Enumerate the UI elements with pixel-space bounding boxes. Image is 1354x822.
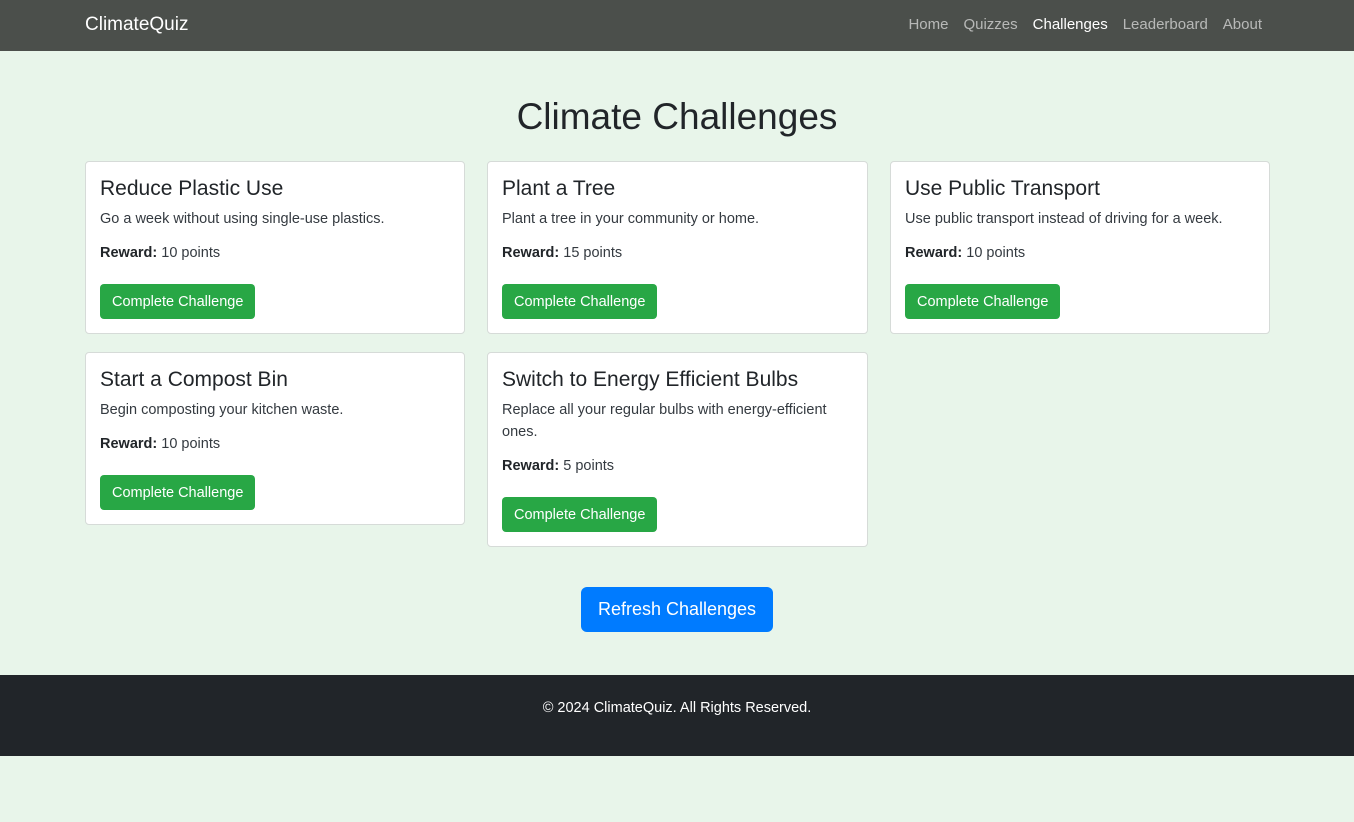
- nav-link-leaderboard[interactable]: Leaderboard: [1123, 16, 1208, 34]
- navbar: ClimateQuiz Home Quizzes Challenges Lead…: [0, 0, 1354, 51]
- challenge-description: Go a week without using single-use plast…: [100, 211, 385, 227]
- brand-link[interactable]: ClimateQuiz: [85, 14, 188, 36]
- nav-link-quizzes[interactable]: Quizzes: [963, 16, 1017, 34]
- challenge-description: Use public transport instead of driving …: [905, 211, 1223, 227]
- challenge-card: Switch to Energy Efficient Bulbs Replace…: [487, 352, 868, 547]
- reward-value: 10 points: [161, 245, 221, 261]
- reward-label: Reward:: [502, 245, 560, 261]
- challenge-card: Start a Compost Bin Begin composting you…: [85, 352, 465, 525]
- challenge-card: Use Public Transport Use public transpor…: [890, 161, 1270, 334]
- reward-value: 15 points: [563, 245, 623, 261]
- challenge-reward: Reward: 10 points: [100, 244, 450, 262]
- complete-challenge-button[interactable]: Complete Challenge: [100, 475, 256, 510]
- page-title: Climate Challenges: [516, 96, 838, 137]
- reward-label: Reward:: [905, 245, 963, 261]
- challenge-title: Reduce Plastic Use: [100, 177, 284, 200]
- refresh-challenges-button[interactable]: Refresh Challenges: [581, 587, 773, 632]
- reward-value: 5 points: [563, 458, 615, 474]
- nav-link-home[interactable]: Home: [908, 16, 948, 34]
- challenge-title: Start a Compost Bin: [100, 368, 288, 391]
- challenge-reward: Reward: 15 points: [502, 244, 853, 262]
- challenge-description: Replace all your regular bulbs with ener…: [502, 402, 827, 440]
- challenge-description: Plant a tree in your community or home.: [502, 211, 760, 227]
- challenge-reward: Reward: 10 points: [100, 435, 450, 453]
- footer-copyright: © 2024 ClimateQuiz. All Rights Reserved.: [542, 700, 812, 716]
- challenge-title: Switch to Energy Efficient Bulbs: [502, 368, 799, 391]
- reward-label: Reward:: [502, 458, 560, 474]
- nav-links: Home Quizzes Challenges Leaderboard Abou…: [908, 16, 1262, 34]
- challenge-title: Use Public Transport: [905, 177, 1100, 200]
- challenge-description: Begin composting your kitchen waste.: [100, 402, 344, 418]
- complete-challenge-button[interactable]: Complete Challenge: [905, 284, 1061, 319]
- challenge-card: Reduce Plastic Use Go a week without usi…: [85, 161, 465, 334]
- challenge-reward: Reward: 5 points: [502, 457, 853, 475]
- nav-link-about[interactable]: About: [1223, 16, 1262, 34]
- nav-link-challenges[interactable]: Challenges: [1033, 16, 1108, 34]
- challenge-card: Plant a Tree Plant a tree in your commun…: [487, 161, 868, 334]
- complete-challenge-button[interactable]: Complete Challenge: [100, 284, 256, 319]
- reward-value: 10 points: [966, 245, 1026, 261]
- challenge-title: Plant a Tree: [502, 177, 616, 200]
- reward-value: 10 points: [161, 436, 221, 452]
- complete-challenge-button[interactable]: Complete Challenge: [502, 284, 658, 319]
- challenge-reward: Reward: 10 points: [905, 244, 1255, 262]
- footer: © 2024 ClimateQuiz. All Rights Reserved.: [0, 675, 1354, 756]
- reward-label: Reward:: [100, 245, 158, 261]
- reward-label: Reward:: [100, 436, 158, 452]
- complete-challenge-button[interactable]: Complete Challenge: [502, 497, 658, 532]
